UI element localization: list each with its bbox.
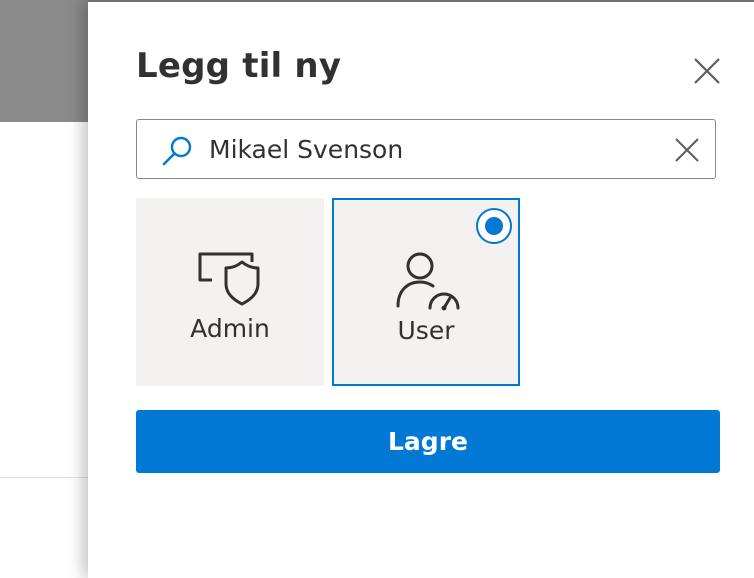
background-divider [0,477,90,478]
search-icon [162,136,192,166]
role-tile-user[interactable]: User [332,198,520,386]
background-header [0,0,90,122]
clear-search-button[interactable] [673,136,701,164]
add-new-panel: Legg til ny Mikael Svenson Admin User La… [88,0,754,578]
search-box[interactable] [136,119,716,179]
role-label-admin: Admin [190,314,270,343]
user-icon [396,252,460,311]
selected-radio[interactable] [476,208,512,244]
close-button[interactable] [692,56,722,86]
screen: Legg til ny Mikael Svenson Admin User La… [0,0,754,578]
search-input[interactable] [209,130,649,168]
role-tile-admin[interactable]: Admin [136,198,324,386]
save-button[interactable]: Lagre [136,410,720,473]
radio-dot [485,217,503,235]
panel-top-border [88,0,754,2]
admin-shield-icon [198,252,260,306]
panel-title: Legg til ny [136,46,342,86]
clear-icon [675,138,699,162]
role-label-user: User [397,316,455,345]
close-icon [694,58,720,84]
background-page [0,0,90,578]
